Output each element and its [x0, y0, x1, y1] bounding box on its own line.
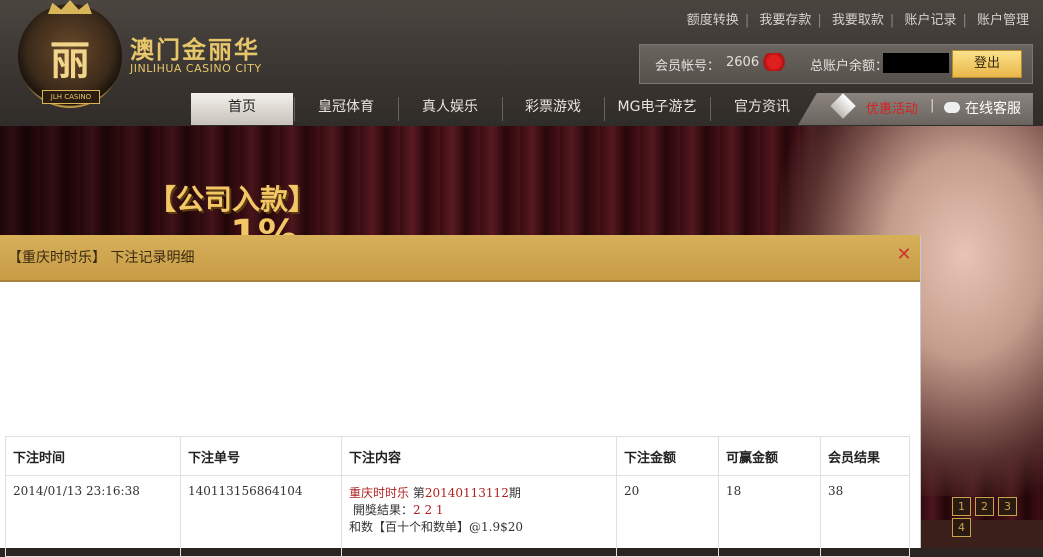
modal-header: 【重庆时时乐】 下注记录明细 ✕ [0, 235, 920, 282]
link-account-records[interactable]: 账户记录 [904, 13, 956, 28]
separator: | [744, 13, 750, 28]
bet-records-table: 下注时间 下注单号 下注内容 下注金额 可赢金额 会员结果 2014/01/13… [5, 436, 910, 557]
col-bet-amount: 下注金额 [616, 436, 719, 476]
game-name: 重庆时时乐 [349, 486, 410, 500]
issue-prefix: 第 [409, 486, 425, 500]
result-numbers: 2 2 1 [413, 503, 444, 517]
top-links: 额度转换 | 我要存款 | 我要取款 | 账户记录 | 账户管理 [687, 9, 1029, 28]
account-box: 会员帐号： 2606 总账户余额： 登出 [639, 44, 1033, 84]
member-id: 2606 [726, 55, 760, 70]
col-bet-time: 下注时间 [5, 436, 181, 476]
logo-title[interactable]: 澳门金丽华 [130, 30, 260, 65]
main-nav: 首页 皇冠体育 真人娱乐 彩票游戏 MG电子游艺 官方资讯 [190, 93, 800, 125]
modal-title: 【重庆时时乐】 下注记录明细 [8, 250, 195, 266]
cell-bet-amount: 20 [616, 475, 719, 557]
logo-subtitle: JINLIHUA CASINO CITY [130, 62, 262, 75]
nav-live-casino[interactable]: 真人娱乐 [399, 93, 501, 125]
separator: | [889, 13, 895, 28]
bet-detail-modal: 【重庆时时乐】 下注记录明细 ✕ 下注时间 下注单号 下注内容 下注金额 可赢金… [0, 235, 921, 557]
banner-pager: 1 2 3 4 [952, 495, 1043, 537]
nav-right-panel: 优惠活动 | 在线客服 [798, 93, 1033, 125]
link-quota-transfer[interactable]: 额度转换 [687, 13, 739, 28]
link-deposit[interactable]: 我要存款 [759, 13, 811, 28]
cell-bet-content: 重庆时时乐 第20140113112期 開獎結果：2 2 1 和数【百十个和数单… [341, 475, 617, 557]
logo-glyph: 丽 [50, 37, 90, 84]
cell-win-amount: 18 [718, 475, 821, 557]
logo-emblem[interactable]: 丽 JLH CASINO [18, 0, 122, 108]
balance-label: 总账户余额： [810, 59, 889, 74]
separator: | [930, 98, 935, 113]
bet-detail: 和数【百十个和数单】@1.9$20 [349, 520, 523, 534]
banner-page-4[interactable]: 4 [952, 518, 971, 537]
promotions-link[interactable]: 优惠活动 [866, 98, 918, 117]
col-member-result: 会员结果 [820, 436, 910, 476]
nav-sports[interactable]: 皇冠体育 [295, 93, 397, 125]
link-withdraw[interactable]: 我要取款 [832, 13, 884, 28]
balance-redacted [883, 53, 949, 73]
nav-mg-games[interactable]: MG电子游艺 [605, 93, 709, 125]
result-label: 開獎結果： [353, 503, 414, 517]
banner-page-3[interactable]: 3 [998, 497, 1017, 516]
col-win-amount: 可赢金额 [718, 436, 821, 476]
diamond-icon [830, 93, 856, 119]
banner-page-2[interactable]: 2 [975, 497, 994, 516]
issue-suffix: 期 [508, 486, 521, 500]
close-icon[interactable]: ✕ [896, 246, 912, 264]
link-account-management[interactable]: 账户管理 [977, 13, 1029, 28]
nav-lottery[interactable]: 彩票游戏 [503, 93, 603, 125]
logo-band: JLH CASINO [42, 90, 100, 104]
cell-bet-number: 140113156864104 [180, 475, 342, 557]
member-label: 会员帐号： [655, 59, 721, 74]
banner-page-1[interactable]: 1 [952, 497, 971, 516]
col-bet-number: 下注单号 [180, 436, 342, 476]
logout-button[interactable]: 登出 [952, 50, 1022, 78]
nav-home[interactable]: 首页 [191, 93, 293, 125]
redaction-mark [760, 53, 788, 71]
col-bet-content: 下注内容 [341, 436, 617, 476]
nav-official-news[interactable]: 官方资讯 [711, 93, 813, 125]
chat-icon [944, 102, 960, 113]
table-header-row: 下注时间 下注单号 下注内容 下注金额 可赢金额 会员结果 [5, 436, 910, 476]
site-header: 丽 JLH CASINO 澳门金丽华 JINLIHUA CASINO CITY … [0, 0, 1043, 126]
cell-member-result: 38 [820, 475, 910, 557]
separator: | [817, 13, 822, 28]
separator: | [962, 13, 967, 28]
cell-bet-time: 2014/01/13 23:16:38 [5, 475, 181, 557]
crown-icon [48, 0, 92, 14]
table-row: 2014/01/13 23:16:38 140113156864104 重庆时时… [5, 475, 910, 557]
issue-number: 20140113112 [424, 486, 509, 500]
online-support-link[interactable]: 在线客服 [965, 98, 1021, 118]
